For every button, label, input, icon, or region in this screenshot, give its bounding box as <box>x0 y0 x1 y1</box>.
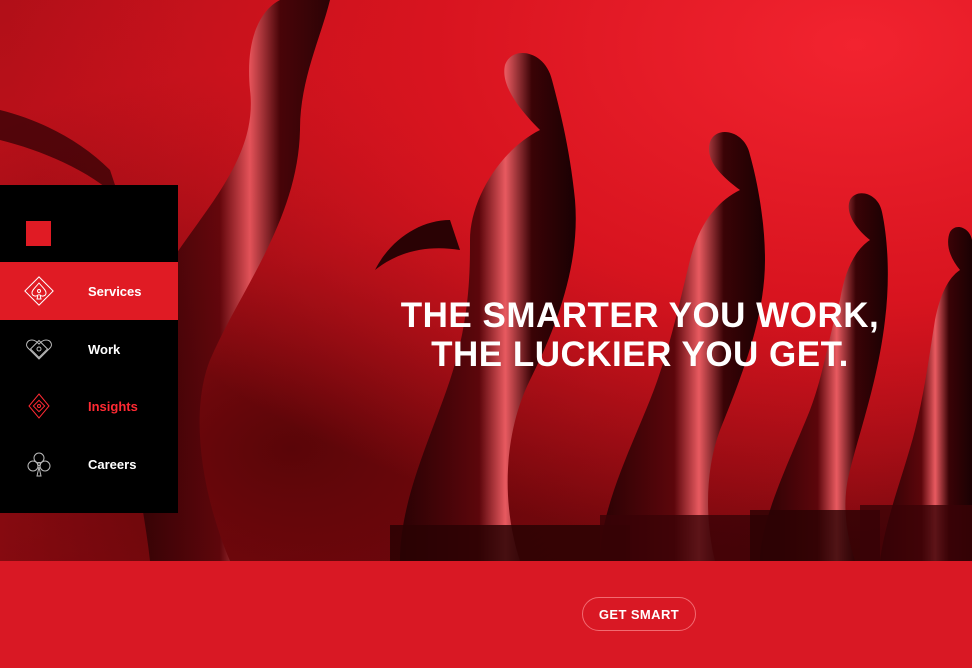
hero-headline: THE SMARTER YOU WORK, THE LUCKIER YOU GE… <box>390 296 890 374</box>
cta-band <box>0 561 972 668</box>
diamond-icon <box>28 393 50 419</box>
nav-item-services[interactable]: Services <box>0 262 178 320</box>
nav-item-careers[interactable]: Careers <box>0 435 178 493</box>
spade-icon <box>24 276 54 306</box>
heart-icon <box>26 339 52 360</box>
nav-label-careers: Careers <box>88 456 137 472</box>
nav-item-insights[interactable]: Insights <box>0 377 178 435</box>
get-smart-button[interactable]: GET SMART <box>582 597 696 631</box>
nav-label-services: Services <box>88 283 142 299</box>
logo[interactable] <box>26 221 51 246</box>
headline-line-1: THE SMARTER YOU WORK, <box>400 296 880 335</box>
headline-line-2: THE LUCKIER YOU GET. <box>431 335 849 374</box>
nav-item-work[interactable]: Work <box>0 320 178 378</box>
club-icon <box>27 452 51 477</box>
nav-label-work: Work <box>88 341 121 357</box>
nav-label-insights: Insights <box>88 398 138 414</box>
